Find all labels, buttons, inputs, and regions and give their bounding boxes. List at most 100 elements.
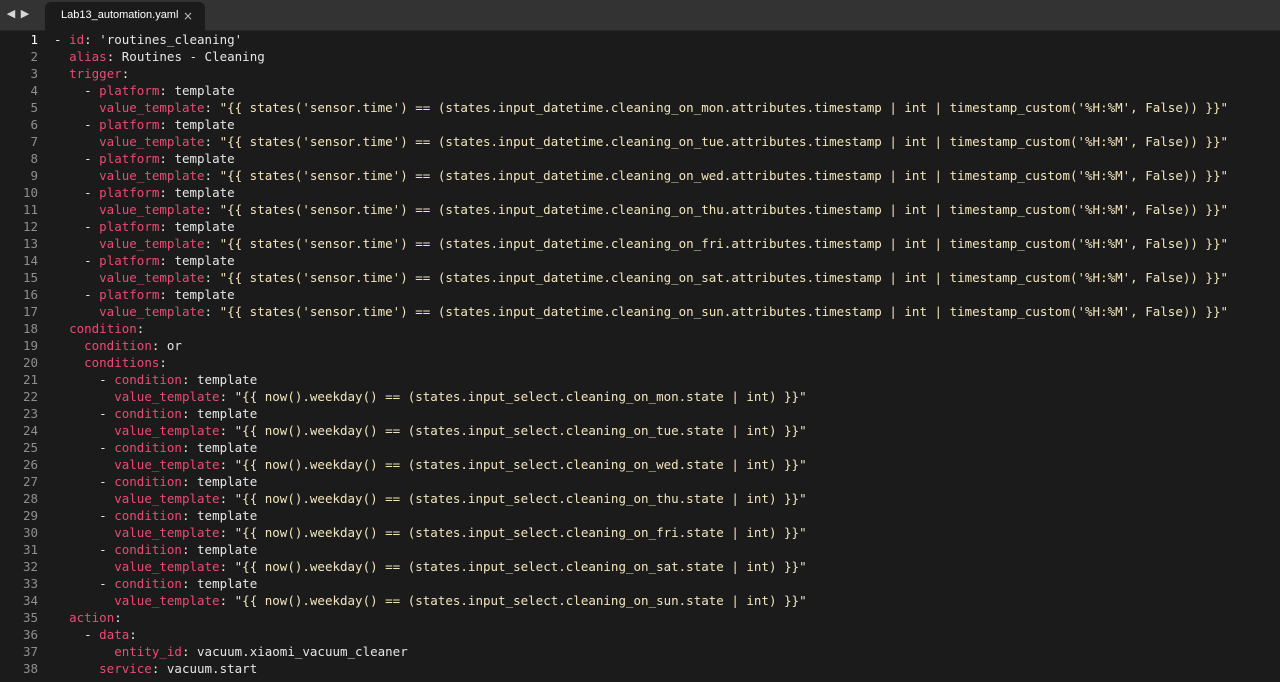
code-line[interactable]: value_template: "{{ now().weekday() == (… [54,558,1280,575]
colon: : [181,474,198,489]
code-line[interactable]: - platform: template [54,252,1280,269]
colon: : [204,134,220,149]
line-number: 5 [30,100,38,115]
yaml-value: template [174,151,235,166]
code-line[interactable]: value_template: "{{ states('sensor.time'… [54,133,1280,150]
yaml-value: "{{ states('sensor.time') == (states.inp… [219,134,1229,149]
yaml-key: platform [99,287,160,302]
code-line[interactable]: - condition: template [54,405,1280,422]
code-line[interactable]: - id: 'routines_cleaning' [54,31,1280,48]
yaml-value: "{{ now().weekday() == (states.input_sel… [234,525,807,540]
colon: : [181,508,198,523]
code-line[interactable]: - condition: template [54,439,1280,456]
yaml-key: platform [99,219,160,234]
yaml-key: value_template [99,270,205,285]
yaml-key: id [69,32,85,47]
line-number: 17 [22,304,38,319]
yaml-key: condition [114,474,182,489]
colon: : [84,32,100,47]
code-line[interactable]: value_template: "{{ states('sensor.time'… [54,201,1280,218]
forward-arrow-icon[interactable]: ▶ [19,5,31,23]
yaml-key: condition [114,508,182,523]
yaml-value: 'routines_cleaning' [99,32,243,47]
editor-window: ◀ ▶ Lab13_automation.yaml × 1 2 3 4 5 6 7 8 9 10 1… [0,0,1280,682]
code-line[interactable]: service: vacuum.start [54,660,1280,677]
code-line[interactable]: action: [54,609,1280,626]
back-arrow-icon[interactable]: ◀ [5,5,17,23]
line-number: 36 [22,627,38,642]
code-line[interactable]: value_template: "{{ states('sensor.time'… [54,167,1280,184]
code-line[interactable]: alias: Routines - Cleaning [54,48,1280,65]
code-line[interactable]: - platform: template [54,116,1280,133]
yaml-key: data [99,627,130,642]
yaml-value: template [174,287,235,302]
code-line[interactable]: - condition: template [54,371,1280,388]
colon: : [204,270,220,285]
code-line[interactable]: condition: [54,320,1280,337]
yaml-key: value_template [114,457,220,472]
colon: : [129,627,137,642]
code-line[interactable]: entity_id: vacuum.xiaomi_vacuum_cleaner [54,643,1280,660]
yaml-key: platform [99,117,160,132]
line-number: 27 [22,474,38,489]
colon: : [204,202,220,217]
colon: : [181,406,198,421]
list-dash: - [99,440,115,455]
tab-lab13-automation[interactable]: Lab13_automation.yaml × [45,2,205,31]
code-line[interactable]: - data: [54,626,1280,643]
colon: : [136,321,145,336]
line-number: 18 [22,321,38,336]
close-icon[interactable]: × [181,8,195,24]
code-line[interactable]: value_template: "{{ states('sensor.time'… [54,235,1280,252]
code-line[interactable]: condition: or [54,337,1280,354]
code-line[interactable]: value_template: "{{ now().weekday() == (… [54,388,1280,405]
code-line[interactable]: value_template: "{{ now().weekday() == (… [54,524,1280,541]
line-number: 26 [22,457,38,472]
code-line[interactable]: value_template: "{{ states('sensor.time'… [54,99,1280,116]
code-line[interactable]: value_template: "{{ now().weekday() == (… [54,456,1280,473]
yaml-key: value_template [114,559,220,574]
list-dash: - [84,627,100,642]
yaml-key: value_template [99,236,205,251]
yaml-value: "{{ now().weekday() == (states.input_sel… [234,491,807,506]
colon: : [204,236,220,251]
code-line[interactable]: value_template: "{{ states('sensor.time'… [54,269,1280,286]
code-line[interactable]: value_template: "{{ now().weekday() == (… [54,592,1280,609]
code-line[interactable]: - condition: template [54,507,1280,524]
yaml-key: platform [99,253,160,268]
code-line[interactable]: - condition: template [54,473,1280,490]
code-line[interactable]: value_template: "{{ now().weekday() == (… [54,422,1280,439]
colon: : [204,100,220,115]
code-area[interactable]: - id: 'routines_cleaning' alias: Routine… [54,31,1280,677]
code-line[interactable]: value_template: "{{ now().weekday() == (… [54,490,1280,507]
code-line[interactable]: - platform: template [54,82,1280,99]
yaml-key: value_template [99,304,205,319]
line-number: 33 [22,576,38,591]
code-line[interactable]: - platform: template [54,150,1280,167]
code-line[interactable]: - platform: template [54,218,1280,235]
code-line[interactable]: value_template: "{{ states('sensor.time'… [54,303,1280,320]
line-number: 6 [30,117,38,132]
yaml-value: "{{ now().weekday() == (states.input_sel… [234,423,807,438]
yaml-value: template [174,117,235,132]
code-line[interactable]: trigger: [54,65,1280,82]
code-line[interactable]: - platform: template [54,184,1280,201]
code-editor[interactable]: 1 2 3 4 5 6 7 8 9 10 11 12 13 14 15 16 17 18 19 20 21 22 23 24 2… [0,31,1280,682]
yaml-value: template [197,440,258,455]
line-number-gutter: 1 2 3 4 5 6 7 8 9 10 11 12 13 14 15 16 17 18 19 20 21 22 23 24 2… [0,31,38,677]
code-line[interactable]: - condition: template [54,575,1280,592]
line-number: 15 [22,270,38,285]
code-line[interactable]: - condition: template [54,541,1280,558]
code-line[interactable]: - platform: template [54,286,1280,303]
yaml-value: "{{ now().weekday() == (states.input_sel… [234,559,807,574]
code-line[interactable]: conditions: [54,354,1280,371]
yaml-value: "{{ now().weekday() == (states.input_sel… [234,593,807,608]
